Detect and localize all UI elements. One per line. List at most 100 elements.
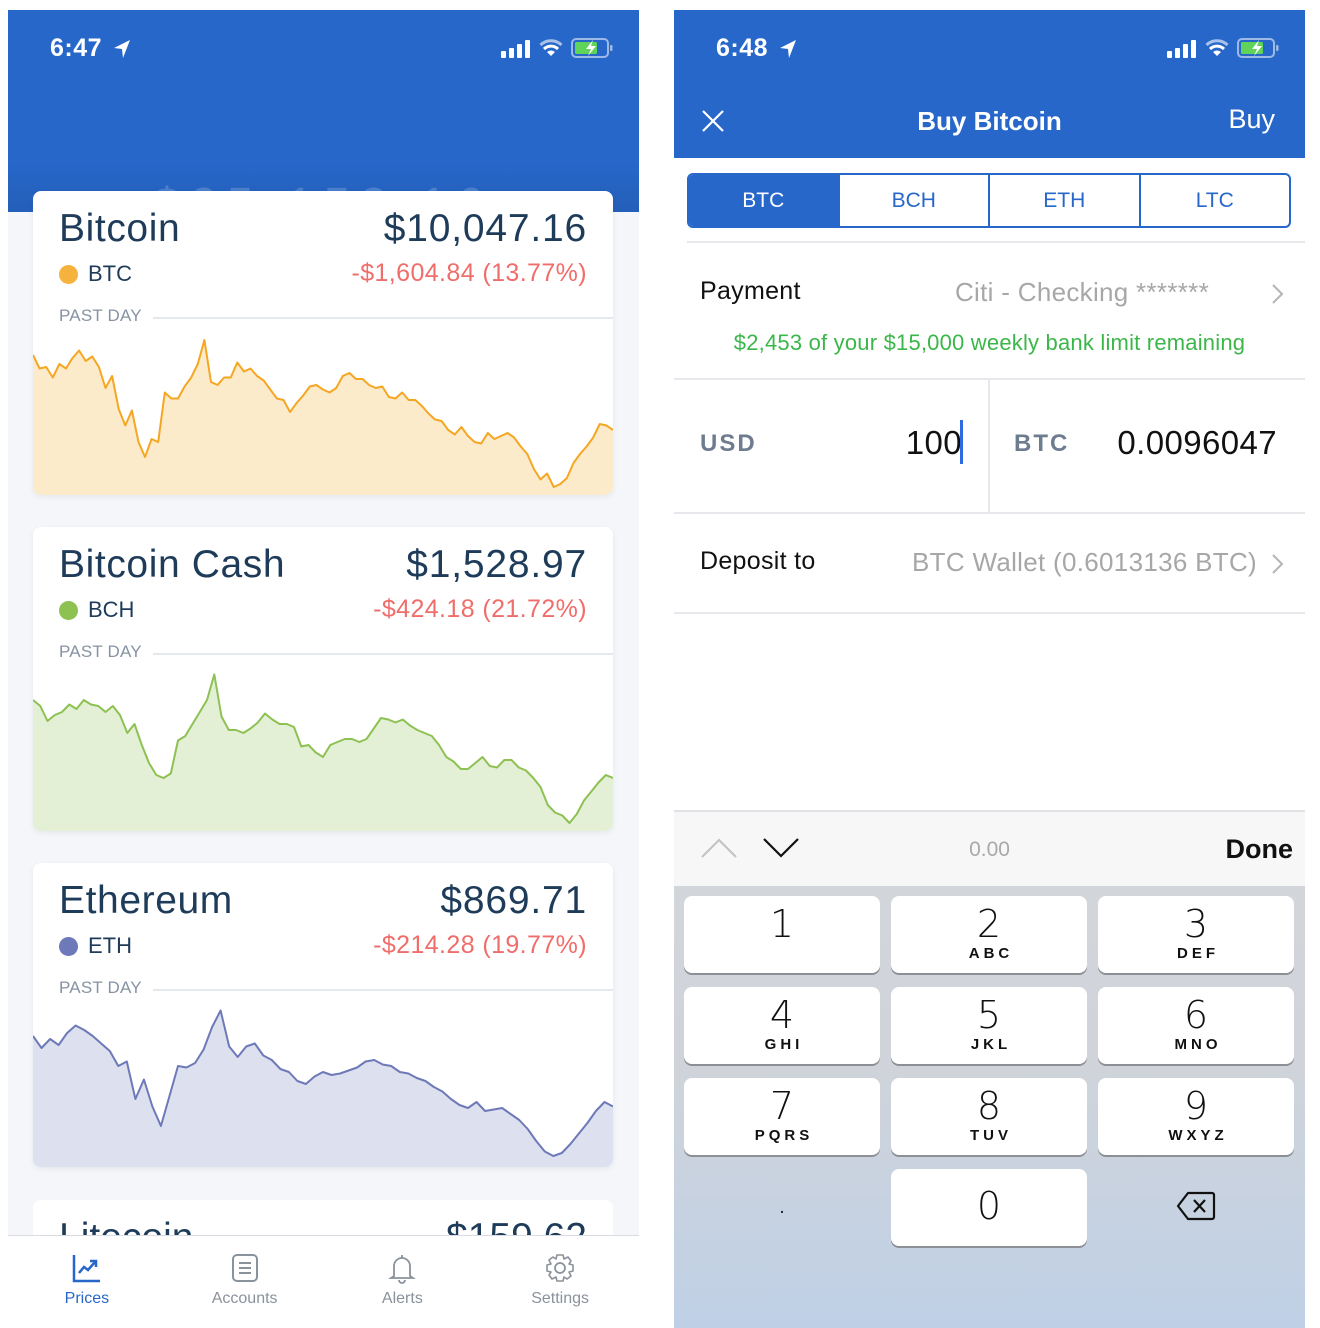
bell-icon (388, 1255, 417, 1284)
backspace-icon (1176, 1191, 1216, 1221)
fiat-currency-label: USD (700, 430, 757, 457)
fiat-amount-value: 100 (905, 424, 962, 461)
asset-symbol: BTC (59, 261, 132, 287)
key-letters: ABC (968, 945, 1014, 962)
toolbar-preview-value: 0.00 (969, 838, 1010, 861)
key-decimal[interactable]: . (684, 1169, 880, 1246)
asset-card-ethereum[interactable]: Ethereum $869.71 ETH -$214.28 (19.77%) P… (33, 863, 613, 1167)
key-1[interactable]: 1 (684, 896, 880, 973)
location-arrow-icon (114, 40, 130, 58)
numeric-keypad: 1 2 ABC 3 DEF 4 GHI 5 JKL 6 MNO 7 PQRS 8 TUV 9W… (674, 886, 1305, 1328)
status-bar: 6:47 (8, 10, 639, 90)
text-cursor (960, 420, 963, 465)
chevron-right-icon (1272, 554, 1284, 574)
tab-label: Settings (531, 1290, 590, 1307)
asset-name: Bitcoin Cash (59, 543, 286, 586)
chevron-right-icon (1272, 284, 1284, 304)
status-time: 6:48 (716, 34, 769, 62)
asset-card-bitcoin-cash[interactable]: Bitcoin Cash $1,528.97 BCH -$424.18 (21.… (33, 527, 613, 831)
asset-name: Ethereum (59, 879, 233, 922)
key-delete[interactable] (1098, 1169, 1294, 1246)
key-digit: 1 (769, 902, 795, 946)
tab-label: Alerts (381, 1290, 423, 1307)
wifi-icon (539, 39, 563, 56)
key-digit: 9 (1183, 1084, 1209, 1128)
battery-charging-icon (571, 38, 613, 58)
asset-change: -$1,604.84 (13.77%) (351, 259, 587, 287)
payment-label: Payment (700, 277, 801, 305)
buy-screen: 6:48 Buy Bitcoin Buy BTC BCH ETH LTC Pay… (674, 10, 1305, 1328)
key-digit: . (776, 1182, 788, 1222)
key-8[interactable]: 8 TUV (891, 1078, 1087, 1155)
asset-card-bitcoin[interactable]: Bitcoin $10,047.16 BTC -$1,604.84 (13.77… (33, 191, 613, 495)
deposit-wallet: BTC Wallet (0.6013136 BTC) (912, 547, 1257, 577)
key-letters: GHI (764, 1036, 804, 1053)
divider (674, 612, 1305, 614)
amount-divider (988, 380, 990, 512)
status-bar: 6:48 (674, 10, 1305, 90)
key-6[interactable]: 6 MNO (1098, 987, 1294, 1064)
asset-price: $869.71 (440, 879, 587, 922)
done-button[interactable]: Done (1226, 834, 1294, 865)
key-letters: MNO (1174, 1036, 1222, 1053)
payment-method: Citi - Checking ******* (954, 277, 1209, 307)
key-7[interactable]: 7 PQRS (684, 1078, 880, 1155)
fiat-amount-input[interactable]: 100 (905, 420, 963, 465)
key-digit: 3 (1183, 902, 1209, 946)
tab-bar: Prices Accounts Alerts Settings (8, 1235, 639, 1328)
crypto-amount-input[interactable]: 0.0096047 (1117, 424, 1277, 462)
key-0[interactable]: 0 (891, 1169, 1087, 1246)
key-letters: TUV (970, 1127, 1012, 1144)
key-9[interactable]: 9 WXYZ (1098, 1078, 1294, 1155)
key-digit: 8 (976, 1084, 1002, 1128)
wifi-icon (1205, 39, 1229, 56)
buy-button[interactable]: Buy (1228, 104, 1275, 135)
tab-accounts[interactable]: Accounts (166, 1236, 324, 1328)
status-time: 6:47 (50, 34, 103, 62)
asset-price: $1,528.97 (406, 543, 587, 586)
price-sparkline (33, 339, 613, 495)
sparkline-area (33, 674, 613, 831)
price-sparkline (33, 1009, 613, 1167)
divider (674, 512, 1305, 514)
currency-tab-bch[interactable]: BCH (837, 175, 989, 226)
key-3[interactable]: 3 DEF (1098, 896, 1294, 973)
asset-color-dot (59, 264, 78, 284)
key-digit: 7 (769, 1084, 795, 1128)
asset-symbol-label: BTC (88, 261, 132, 286)
tab-settings[interactable]: Settings (481, 1236, 639, 1328)
sparkline-area (33, 340, 613, 495)
key-letters: DEF (1177, 945, 1219, 962)
currency-selector: BTC BCH ETH LTC (687, 173, 1291, 228)
asset-color-dot (59, 936, 78, 956)
key-4[interactable]: 4 GHI (684, 987, 880, 1064)
key-2[interactable]: 2 ABC (891, 896, 1087, 973)
gear-icon (546, 1254, 574, 1282)
asset-symbol-label: BCH (88, 597, 135, 622)
currency-tab-btc[interactable]: BTC (689, 175, 838, 226)
key-5[interactable]: 5 JKL (891, 987, 1087, 1064)
asset-change: -$214.28 (19.77%) (373, 931, 587, 959)
crypto-currency-label: BTC (1014, 430, 1070, 457)
chart-trend-icon (72, 1255, 100, 1283)
document-list-icon (231, 1254, 258, 1282)
price-sparkline (33, 673, 613, 831)
tab-label: Accounts (211, 1290, 278, 1307)
asset-symbol: ETH (59, 933, 132, 959)
asset-symbol: BCH (59, 597, 134, 623)
currency-tab-eth[interactable]: ETH (988, 175, 1139, 226)
key-digit: 5 (976, 993, 1002, 1037)
asset-symbol-label: ETH (88, 933, 132, 958)
tab-prices[interactable]: Prices (8, 1236, 166, 1328)
buy-header: 6:48 Buy Bitcoin Buy (674, 10, 1305, 158)
page-title: Buy Bitcoin (917, 106, 1062, 136)
key-digit: 0 (976, 1184, 1002, 1228)
key-letters: WXYZ (1168, 1127, 1228, 1144)
sparkline-area (33, 1010, 613, 1167)
cellular-signal-icon (501, 40, 530, 58)
keyboard-toolbar: 0.00 Done (674, 810, 1305, 886)
key-letters: PQRS (754, 1127, 814, 1144)
currency-tab-ltc[interactable]: LTC (1138, 175, 1290, 226)
tab-label: Prices (64, 1290, 110, 1307)
tab-alerts[interactable]: Alerts (324, 1236, 482, 1328)
